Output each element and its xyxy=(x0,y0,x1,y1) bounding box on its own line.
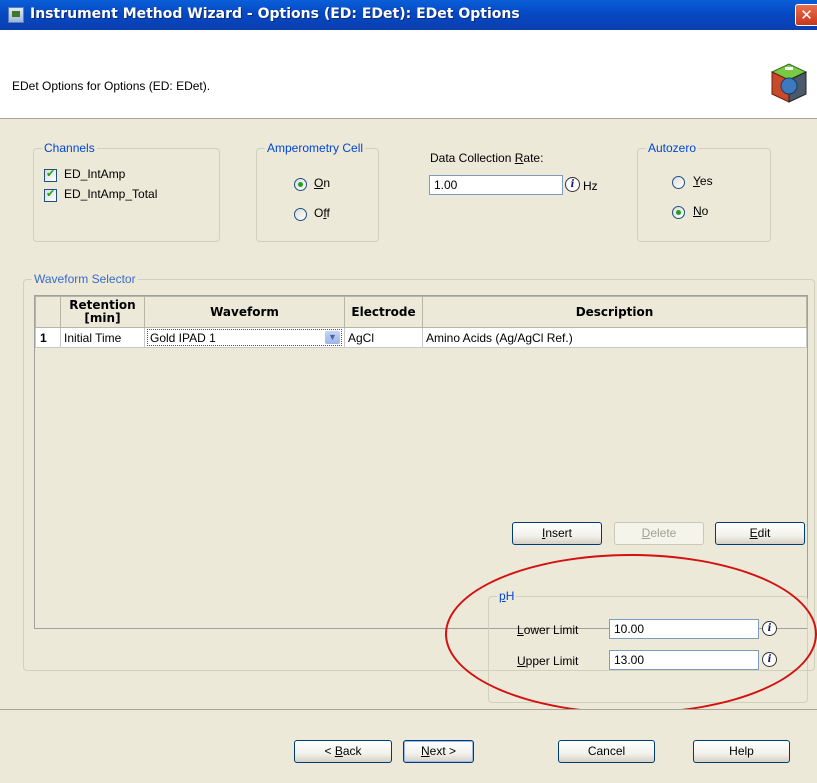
retention-cell[interactable]: Initial Time xyxy=(60,327,145,348)
autozero-yes-radio[interactable] xyxy=(672,176,685,189)
amperometry-off-radio[interactable] xyxy=(294,208,307,221)
rate-unit-label: Hz xyxy=(583,179,598,193)
autozero-group-label: Autozero xyxy=(646,141,699,155)
retention-header[interactable]: Retention [min] xyxy=(60,296,145,328)
autozero-no-radio[interactable] xyxy=(672,206,685,219)
insert-button[interactable]: Insert xyxy=(512,522,602,545)
amperometry-on-label: On xyxy=(314,176,331,190)
edit-button[interactable]: Edit xyxy=(715,522,805,545)
waveform-cell[interactable]: Gold IPAD 1 ▼ xyxy=(144,327,345,348)
description-header[interactable]: Description xyxy=(422,296,807,328)
wizard-footer: < Back Next > Cancel Help xyxy=(0,709,817,783)
channel-ed-intamp-total-label: ED_IntAmp_Total xyxy=(64,187,158,201)
back-button[interactable]: < Back xyxy=(294,740,392,763)
next-button[interactable]: Next > xyxy=(403,740,474,763)
cancel-button[interactable]: Cancel xyxy=(558,740,655,763)
wizard-window: Instrument Method Wizard - Options (ED: … xyxy=(0,0,817,783)
delete-button[interactable]: Delete xyxy=(614,522,704,545)
close-button[interactable]: ✕ xyxy=(795,4,817,26)
row-number-header xyxy=(35,296,61,328)
autozero-yes-label: Yes xyxy=(693,174,713,188)
channel-ed-intamp-label: ED_IntAmp xyxy=(64,167,126,181)
window-title: Instrument Method Wizard - Options (ED: … xyxy=(30,6,520,22)
highlight-annotation xyxy=(445,554,817,714)
autozero-no-label: No xyxy=(693,204,709,218)
amperometry-cell-group: Amperometry Cell On Off xyxy=(256,141,379,242)
waveform-selector-label: Waveform Selector xyxy=(32,272,138,286)
amperometry-on-radio[interactable] xyxy=(294,178,307,191)
amperometry-cell-group-label: Amperometry Cell xyxy=(265,141,366,155)
chevron-down-icon[interactable]: ▼ xyxy=(325,331,340,344)
waveform-table-header: Retention [min] Waveform Electrode Descri… xyxy=(35,296,807,328)
electrode-header[interactable]: Electrode xyxy=(344,296,423,328)
electrode-cell[interactable]: AgCl xyxy=(344,327,423,348)
wizard-header: EDet Options for Options (ED: EDet). xyxy=(0,30,817,119)
autozero-group: Autozero Yes No xyxy=(637,141,771,242)
waveform-dropdown-value: Gold IPAD 1 xyxy=(150,331,216,345)
table-row[interactable]: 1 Initial Time Gold IPAD 1 ▼ AgCl Amino … xyxy=(35,327,807,348)
channel-ed-intamp-total-checkbox[interactable] xyxy=(44,187,57,202)
waveform-header[interactable]: Waveform xyxy=(144,296,345,328)
row-number: 1 xyxy=(35,327,61,348)
waveform-table: Retention [min] Waveform Electrode Descri… xyxy=(35,296,807,348)
data-collection-rate-label: Data Collection Rate: xyxy=(430,151,544,165)
rate-info-icon[interactable]: i xyxy=(565,177,580,192)
wizard-instrument-icon xyxy=(770,63,808,103)
title-bar[interactable]: Instrument Method Wizard - Options (ED: … xyxy=(0,0,817,30)
waveform-dropdown[interactable]: Gold IPAD 1 ▼ xyxy=(147,329,342,346)
amperometry-off-label: Off xyxy=(314,206,330,220)
data-collection-rate-input[interactable]: 1.00 xyxy=(429,175,563,195)
description-cell[interactable]: Amino Acids (Ag/AgCl Ref.) xyxy=(422,327,807,348)
channels-group: Channels ED_IntAmp ED_IntAmp_Total xyxy=(33,141,220,242)
help-button[interactable]: Help xyxy=(693,740,790,763)
app-icon xyxy=(8,7,24,23)
page-subtitle: EDet Options for Options (ED: EDet). xyxy=(12,79,211,93)
channel-ed-intamp-checkbox[interactable] xyxy=(44,167,57,182)
channels-group-label: Channels xyxy=(42,141,97,155)
